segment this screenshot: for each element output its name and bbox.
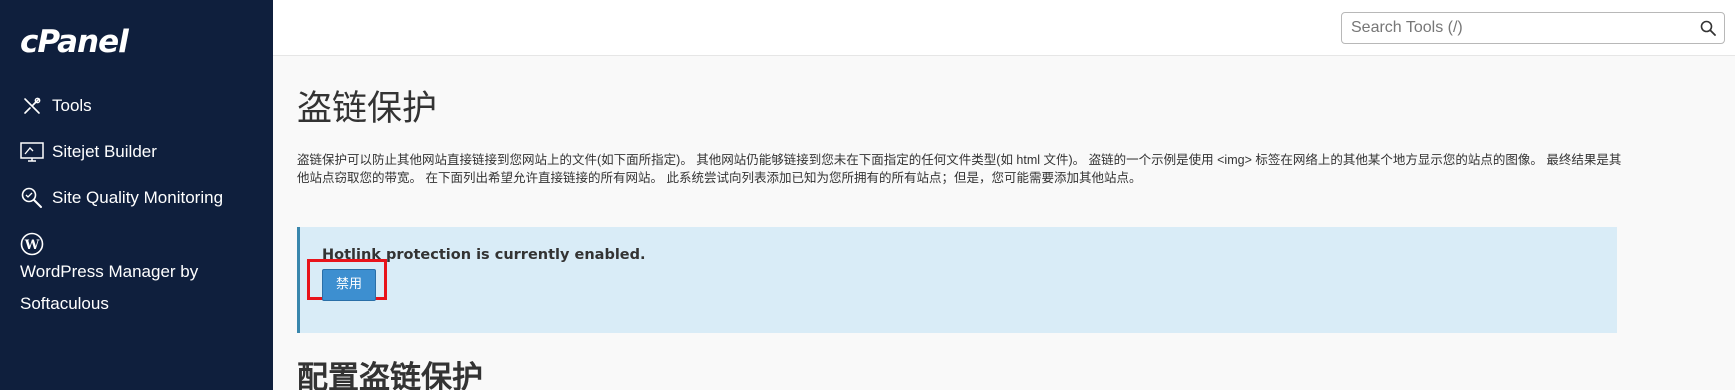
wordpress-icon: W	[20, 232, 44, 256]
status-alert: Hotlink protection is currently enabled.…	[297, 227, 1617, 333]
sidebar-item-label: WordPress Manager by Softaculous	[20, 262, 199, 313]
search-icon[interactable]	[1700, 20, 1716, 36]
sidebar: cPanel Tools Sitejet Builder Site Qualit…	[0, 0, 273, 390]
sidebar-item-site-quality-monitoring[interactable]: Site Quality Monitoring	[0, 182, 273, 214]
sidebar-item-label: Site Quality Monitoring	[52, 188, 224, 207]
sidebar-item-label: Sitejet Builder	[52, 142, 157, 161]
svg-text:W: W	[24, 238, 40, 253]
section-title: 配置盗链保护	[297, 360, 483, 390]
sidebar-nav: Tools Sitejet Builder Site Quality Monit…	[0, 86, 273, 320]
sidebar-item-label: Tools	[52, 96, 92, 115]
disable-button[interactable]: 禁用	[322, 269, 376, 301]
tools-icon	[20, 94, 44, 118]
sitejet-monitor-icon	[20, 140, 44, 164]
sidebar-item-wordpress-manager[interactable]: W WordPress Manager by Softaculous	[0, 228, 273, 320]
top-bar	[273, 0, 1735, 56]
search-magnifier-icon	[20, 186, 44, 210]
cpanel-logo[interactable]: cPanel	[20, 24, 129, 60]
search-input[interactable]	[1342, 13, 1692, 43]
search-box	[1341, 12, 1725, 44]
sidebar-item-sitejet-builder[interactable]: Sitejet Builder	[0, 136, 273, 168]
sidebar-item-tools[interactable]: Tools	[0, 90, 273, 122]
page-title: 盗链保护	[297, 89, 438, 129]
page-description: 盗链保护可以防止其他网站直接链接到您网站上的文件(如下面所指定)。 其他网站仍能…	[297, 153, 1622, 185]
